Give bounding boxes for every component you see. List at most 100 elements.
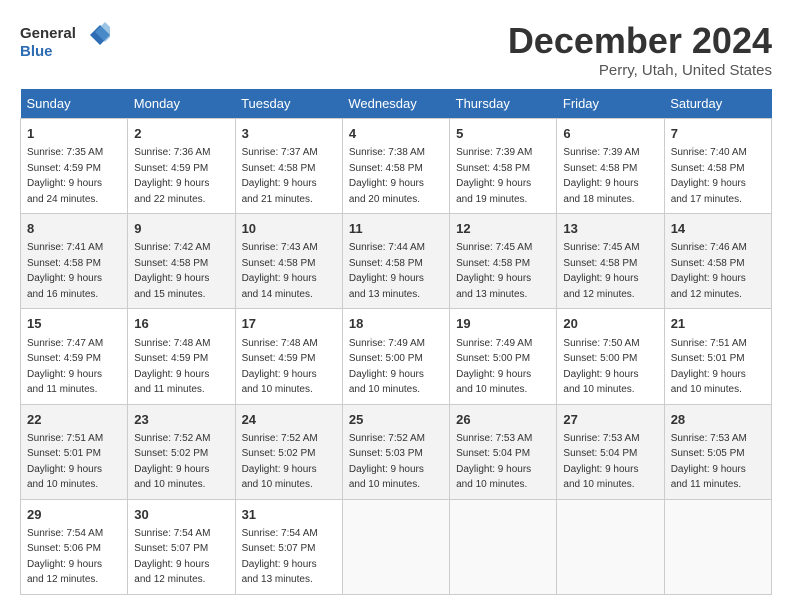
- calendar-cell: 25 Sunrise: 7:52 AMSunset: 5:03 PMDaylig…: [342, 404, 449, 499]
- day-number: 20: [563, 315, 657, 333]
- calendar-cell: 8 Sunrise: 7:41 AMSunset: 4:58 PMDayligh…: [21, 214, 128, 309]
- day-info: Sunrise: 7:45 AMSunset: 4:58 PMDaylight:…: [563, 242, 639, 300]
- day-info: Sunrise: 7:53 AMSunset: 5:04 PMDaylight:…: [456, 433, 532, 491]
- calendar-cell: 24 Sunrise: 7:52 AMSunset: 5:02 PMDaylig…: [235, 404, 342, 499]
- calendar-table: SundayMondayTuesdayWednesdayThursdayFrid…: [20, 89, 772, 595]
- calendar-cell: 16 Sunrise: 7:48 AMSunset: 4:59 PMDaylig…: [128, 309, 235, 404]
- day-number: 16: [134, 315, 228, 333]
- day-number: 30: [134, 506, 228, 524]
- day-number: 24: [242, 411, 336, 429]
- calendar-cell: 1 Sunrise: 7:35 AMSunset: 4:59 PMDayligh…: [21, 119, 128, 214]
- day-info: Sunrise: 7:53 AMSunset: 5:04 PMDaylight:…: [563, 433, 639, 491]
- calendar-cell: 22 Sunrise: 7:51 AMSunset: 5:01 PMDaylig…: [21, 404, 128, 499]
- day-number: 13: [563, 220, 657, 238]
- day-info: Sunrise: 7:35 AMSunset: 4:59 PMDaylight:…: [27, 147, 103, 205]
- day-number: 14: [671, 220, 765, 238]
- day-number: 22: [27, 411, 121, 429]
- day-info: Sunrise: 7:46 AMSunset: 4:58 PMDaylight:…: [671, 242, 747, 300]
- calendar-cell: 19 Sunrise: 7:49 AMSunset: 5:00 PMDaylig…: [450, 309, 557, 404]
- calendar-week-row: 22 Sunrise: 7:51 AMSunset: 5:01 PMDaylig…: [21, 404, 772, 499]
- calendar-cell: 4 Sunrise: 7:38 AMSunset: 4:58 PMDayligh…: [342, 119, 449, 214]
- month-title: December 2024: [508, 20, 772, 62]
- day-number: 2: [134, 125, 228, 143]
- day-info: Sunrise: 7:54 AMSunset: 5:07 PMDaylight:…: [242, 528, 318, 586]
- calendar-cell: 9 Sunrise: 7:42 AMSunset: 4:58 PMDayligh…: [128, 214, 235, 309]
- calendar-cell: 21 Sunrise: 7:51 AMSunset: 5:01 PMDaylig…: [664, 309, 771, 404]
- day-number: 31: [242, 506, 336, 524]
- day-number: 8: [27, 220, 121, 238]
- svg-text:General: General: [20, 25, 76, 42]
- weekday-header-friday: Friday: [557, 89, 664, 119]
- day-info: Sunrise: 7:48 AMSunset: 4:59 PMDaylight:…: [134, 338, 210, 396]
- day-number: 28: [671, 411, 765, 429]
- day-number: 5: [456, 125, 550, 143]
- day-number: 1: [27, 125, 121, 143]
- day-info: Sunrise: 7:51 AMSunset: 5:01 PMDaylight:…: [671, 338, 747, 396]
- day-info: Sunrise: 7:44 AMSunset: 4:58 PMDaylight:…: [349, 242, 425, 300]
- calendar-cell: 15 Sunrise: 7:47 AMSunset: 4:59 PMDaylig…: [21, 309, 128, 404]
- day-info: Sunrise: 7:52 AMSunset: 5:02 PMDaylight:…: [242, 433, 318, 491]
- day-info: Sunrise: 7:39 AMSunset: 4:58 PMDaylight:…: [563, 147, 639, 205]
- day-number: 23: [134, 411, 228, 429]
- day-number: 15: [27, 315, 121, 333]
- page-wrapper: General Blue December 2024 Perry, Utah, …: [20, 20, 772, 595]
- calendar-cell: 11 Sunrise: 7:44 AMSunset: 4:58 PMDaylig…: [342, 214, 449, 309]
- day-info: Sunrise: 7:38 AMSunset: 4:58 PMDaylight:…: [349, 147, 425, 205]
- calendar-cell: 18 Sunrise: 7:49 AMSunset: 5:00 PMDaylig…: [342, 309, 449, 404]
- calendar-cell: 17 Sunrise: 7:48 AMSunset: 4:59 PMDaylig…: [235, 309, 342, 404]
- calendar-cell: 31 Sunrise: 7:54 AMSunset: 5:07 PMDaylig…: [235, 499, 342, 594]
- calendar-cell: 26 Sunrise: 7:53 AMSunset: 5:04 PMDaylig…: [450, 404, 557, 499]
- logo-svg: General Blue: [20, 20, 110, 65]
- day-number: 3: [242, 125, 336, 143]
- day-number: 26: [456, 411, 550, 429]
- day-number: 7: [671, 125, 765, 143]
- calendar-cell: [557, 499, 664, 594]
- day-info: Sunrise: 7:54 AMSunset: 5:06 PMDaylight:…: [27, 528, 103, 586]
- calendar-cell: 14 Sunrise: 7:46 AMSunset: 4:58 PMDaylig…: [664, 214, 771, 309]
- weekday-header-saturday: Saturday: [664, 89, 771, 119]
- day-number: 10: [242, 220, 336, 238]
- day-info: Sunrise: 7:50 AMSunset: 5:00 PMDaylight:…: [563, 338, 639, 396]
- day-info: Sunrise: 7:37 AMSunset: 4:58 PMDaylight:…: [242, 147, 318, 205]
- day-number: 17: [242, 315, 336, 333]
- calendar-week-row: 1 Sunrise: 7:35 AMSunset: 4:59 PMDayligh…: [21, 119, 772, 214]
- day-info: Sunrise: 7:53 AMSunset: 5:05 PMDaylight:…: [671, 433, 747, 491]
- calendar-cell: 30 Sunrise: 7:54 AMSunset: 5:07 PMDaylig…: [128, 499, 235, 594]
- calendar-cell: 2 Sunrise: 7:36 AMSunset: 4:59 PMDayligh…: [128, 119, 235, 214]
- calendar-week-row: 8 Sunrise: 7:41 AMSunset: 4:58 PMDayligh…: [21, 214, 772, 309]
- day-info: Sunrise: 7:42 AMSunset: 4:58 PMDaylight:…: [134, 242, 210, 300]
- day-number: 18: [349, 315, 443, 333]
- day-info: Sunrise: 7:40 AMSunset: 4:58 PMDaylight:…: [671, 147, 747, 205]
- calendar-cell: 20 Sunrise: 7:50 AMSunset: 5:00 PMDaylig…: [557, 309, 664, 404]
- title-area: December 2024 Perry, Utah, United States: [508, 20, 772, 79]
- day-number: 4: [349, 125, 443, 143]
- weekday-header-row: SundayMondayTuesdayWednesdayThursdayFrid…: [21, 89, 772, 119]
- day-number: 29: [27, 506, 121, 524]
- weekday-header-thursday: Thursday: [450, 89, 557, 119]
- calendar-cell: 6 Sunrise: 7:39 AMSunset: 4:58 PMDayligh…: [557, 119, 664, 214]
- day-info: Sunrise: 7:39 AMSunset: 4:58 PMDaylight:…: [456, 147, 532, 205]
- day-info: Sunrise: 7:54 AMSunset: 5:07 PMDaylight:…: [134, 528, 210, 586]
- calendar-cell: [664, 499, 771, 594]
- calendar-cell: [450, 499, 557, 594]
- day-info: Sunrise: 7:45 AMSunset: 4:58 PMDaylight:…: [456, 242, 532, 300]
- day-number: 19: [456, 315, 550, 333]
- day-number: 21: [671, 315, 765, 333]
- calendar-cell: [342, 499, 449, 594]
- day-number: 27: [563, 411, 657, 429]
- day-info: Sunrise: 7:52 AMSunset: 5:03 PMDaylight:…: [349, 433, 425, 491]
- calendar-week-row: 29 Sunrise: 7:54 AMSunset: 5:06 PMDaylig…: [21, 499, 772, 594]
- calendar-cell: 23 Sunrise: 7:52 AMSunset: 5:02 PMDaylig…: [128, 404, 235, 499]
- day-info: Sunrise: 7:49 AMSunset: 5:00 PMDaylight:…: [349, 338, 425, 396]
- location-title: Perry, Utah, United States: [508, 62, 772, 79]
- day-number: 12: [456, 220, 550, 238]
- calendar-cell: 29 Sunrise: 7:54 AMSunset: 5:06 PMDaylig…: [21, 499, 128, 594]
- day-info: Sunrise: 7:52 AMSunset: 5:02 PMDaylight:…: [134, 433, 210, 491]
- weekday-header-sunday: Sunday: [21, 89, 128, 119]
- calendar-cell: 13 Sunrise: 7:45 AMSunset: 4:58 PMDaylig…: [557, 214, 664, 309]
- weekday-header-monday: Monday: [128, 89, 235, 119]
- day-number: 11: [349, 220, 443, 238]
- day-info: Sunrise: 7:48 AMSunset: 4:59 PMDaylight:…: [242, 338, 318, 396]
- day-info: Sunrise: 7:36 AMSunset: 4:59 PMDaylight:…: [134, 147, 210, 205]
- logo: General Blue: [20, 20, 110, 65]
